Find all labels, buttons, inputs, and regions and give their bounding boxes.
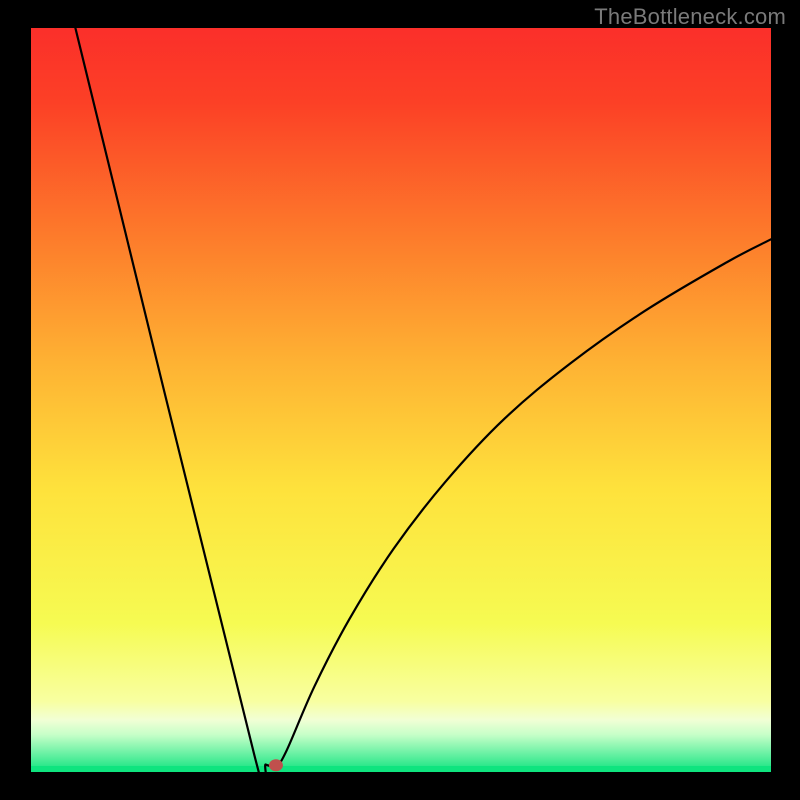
plot-background <box>31 28 771 772</box>
plot-bottom-band <box>31 766 771 772</box>
optimal-point-marker <box>269 759 283 771</box>
chart-svg <box>0 0 800 800</box>
watermark-text: TheBottleneck.com <box>594 4 786 30</box>
chart-frame: TheBottleneck.com <box>0 0 800 800</box>
